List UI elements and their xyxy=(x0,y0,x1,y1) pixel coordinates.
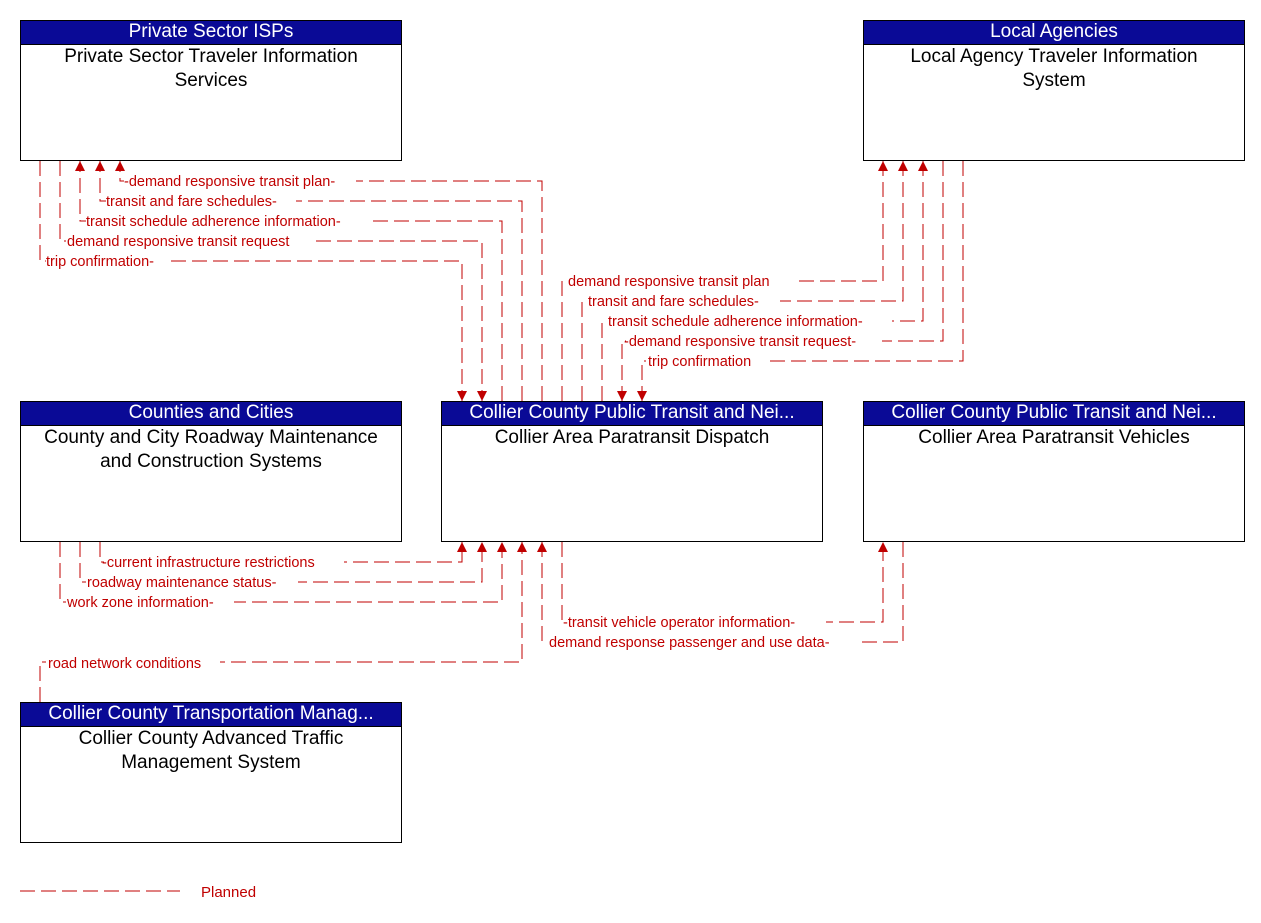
arrow-icon xyxy=(457,391,467,401)
flow-label-private-adherence: transit schedule adherence information- xyxy=(86,214,341,230)
node-title: Private Sector Traveler Information Serv… xyxy=(64,46,358,91)
flow-label-private-trip: trip confirmation- xyxy=(46,254,154,270)
node-header: Collier County Transportation Manag... xyxy=(21,703,401,727)
node-counties-and-cities[interactable]: Counties and Cities County and City Road… xyxy=(20,401,402,542)
node-header: Counties and Cities xyxy=(21,402,401,426)
flow-label-counties-restrictions: -current infrastructure restrictions xyxy=(102,555,315,571)
flow-line-counties-workzone xyxy=(59,542,503,603)
arrow-icon xyxy=(75,161,85,171)
node-title: Collier Area Paratransit Vehicles xyxy=(918,427,1190,448)
node-title: Collier Area Paratransit Dispatch xyxy=(494,427,770,448)
flow-label-local-schedules: transit and fare schedules- xyxy=(588,294,759,310)
architecture-diagram: -demand responsive transit plan- transit… xyxy=(0,0,1261,923)
node-header: Private Sector ISPs xyxy=(21,21,401,45)
node-collier-atms[interactable]: Collier County Transportation Manag... C… xyxy=(20,702,402,843)
arrow-icon xyxy=(637,391,647,401)
node-title: Local Agency Traveler Information System xyxy=(910,46,1198,91)
arrow-icon xyxy=(898,161,908,171)
arrow-icon xyxy=(918,161,928,171)
node-title: County and City Roadway Maintenance and … xyxy=(44,427,378,472)
node-header: Local Agencies xyxy=(864,21,1244,45)
flow-label-atms-conditions: road network conditions xyxy=(48,656,201,672)
arrow-icon xyxy=(457,542,467,552)
arrow-icon xyxy=(617,391,627,401)
node-header: Collier County Public Transit and Nei... xyxy=(864,402,1244,426)
node-local-agencies[interactable]: Local Agencies Local Agency Traveler Inf… xyxy=(863,20,1245,161)
node-paratransit-vehicles[interactable]: Collier County Public Transit and Nei...… xyxy=(863,401,1245,542)
flow-label-local-adherence: transit schedule adherence information- xyxy=(608,314,863,330)
flow-label-vehicle-operator: -transit vehicle operator information- xyxy=(563,615,795,631)
arrow-icon xyxy=(878,161,888,171)
flow-label-vehicle-passenger: demand response passenger and use data- xyxy=(549,635,830,651)
arrow-icon xyxy=(537,542,547,552)
arrow-icon xyxy=(95,161,105,171)
arrow-icon xyxy=(878,542,888,552)
arrow-icon xyxy=(497,542,507,552)
arrow-icon xyxy=(477,391,487,401)
legend-planned-label: Planned xyxy=(201,884,256,901)
node-title: Collier County Advanced Traffic Manageme… xyxy=(78,728,344,773)
flow-line-vehicle-operator xyxy=(561,542,884,623)
arrow-icon xyxy=(517,542,527,552)
node-header: Collier County Public Transit and Nei... xyxy=(442,402,822,426)
flow-label-private-plan: -demand responsive transit plan- xyxy=(124,174,335,190)
node-paratransit-dispatch[interactable]: Collier County Public Transit and Nei...… xyxy=(441,401,823,542)
arrow-icon xyxy=(477,542,487,552)
flow-label-local-plan: demand responsive transit plan xyxy=(568,274,770,290)
flow-label-counties-maintenance: roadway maintenance status- xyxy=(87,575,277,591)
flow-label-private-schedules: transit and fare schedules- xyxy=(106,194,277,210)
node-private-sector-isp[interactable]: Private Sector ISPs Private Sector Trave… xyxy=(20,20,402,161)
flow-label-local-request: -demand responsive transit request- xyxy=(624,334,856,350)
arrow-icon xyxy=(115,161,125,171)
flow-label-local-trip: trip confirmation xyxy=(648,354,751,370)
flow-label-counties-workzone: work zone information- xyxy=(66,595,214,611)
flow-label-private-request: demand responsive transit request xyxy=(67,234,289,250)
